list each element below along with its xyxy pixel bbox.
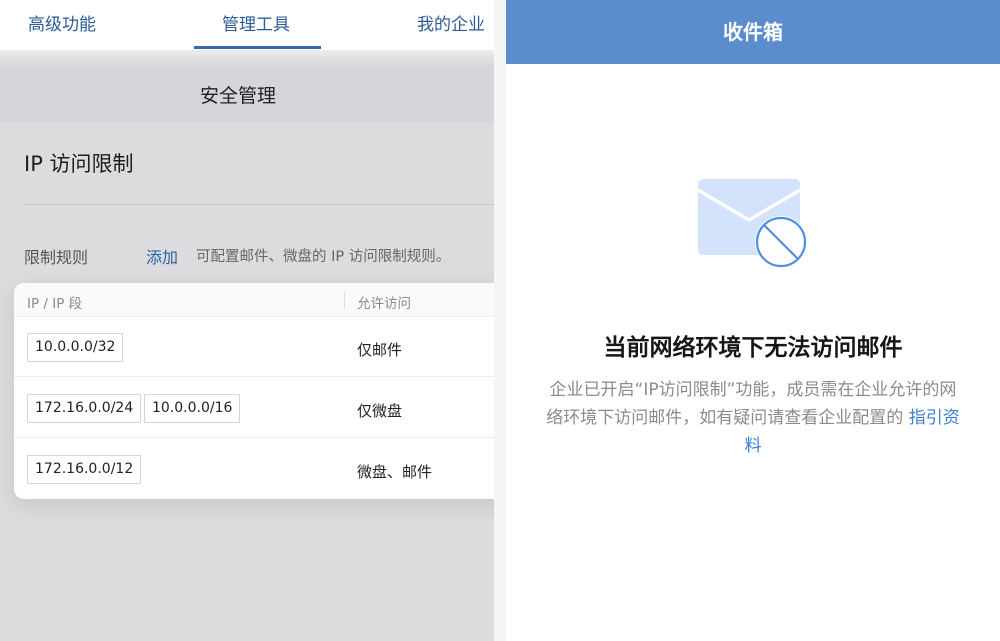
ip-chip: 10.0.0.0/16 (144, 394, 241, 423)
admin-panel: 高级功能 管理工具 我的企业 安全管理 IP 访问限制 限制规则 添加 可配置邮… (0, 0, 494, 641)
ip-rules-table: IP / IP 段 允许访问 10.0.0.0/32 仅邮件 172.16.0.… (14, 283, 494, 499)
ip-chip: 172.16.0.0/24 (27, 394, 142, 423)
mail-blocked-icon (697, 179, 807, 268)
section-header: 安全管理 (0, 66, 494, 122)
ip-restriction-heading: IP 访问限制 (24, 152, 134, 176)
rules-label: 限制规则 (24, 248, 89, 267)
rules-description: 可配置邮件、微盘的 IP 访问限制规则。 (196, 249, 451, 265)
tab-admin-tools[interactable]: 管理工具 (222, 0, 290, 50)
allow-access-value: 仅微盘 (357, 402, 403, 420)
table-row[interactable]: 172.16.0.0/24 10.0.0.0/16 仅微盘 (14, 378, 494, 438)
column-separator (344, 292, 345, 309)
ip-chip: 172.16.0.0/12 (27, 455, 142, 484)
heading-divider (24, 204, 494, 205)
ip-chip: 10.0.0.0/32 (27, 333, 124, 362)
error-message-body: 企业已开启“IP访问限制”功能，成员需在企业允许的网络环境下访问邮件，如有疑问请… (546, 376, 960, 460)
allow-access-value: 微盘、邮件 (357, 463, 433, 481)
active-tab-indicator (194, 46, 321, 49)
section-title: 安全管理 (199, 85, 276, 107)
tab-advanced-features[interactable]: 高级功能 (28, 0, 96, 50)
column-header-allow: 允许访问 (357, 296, 411, 312)
tab-bar: 高级功能 管理工具 我的企业 (0, 0, 494, 50)
column-header-ip: IP / IP 段 (27, 296, 83, 312)
tab-bar-shadow (0, 50, 494, 66)
error-message-title: 当前网络环境下无法访问邮件 (603, 335, 903, 361)
error-message-text: 企业已开启“IP访问限制”功能，成员需在企业允许的网络环境下访问邮件，如有疑问请… (546, 380, 957, 428)
inbox-header: 收件箱 (506, 0, 1000, 64)
table-row[interactable]: 10.0.0.0/32 仅邮件 (14, 317, 494, 377)
mail-client-panel: 收件箱 当前网络环境下无法访问邮件 企业已开启“IP访问限制”功能，成员需在企业… (506, 0, 1000, 641)
inbox-title: 收件箱 (723, 20, 783, 44)
add-rule-link[interactable]: 添加 (146, 244, 178, 268)
table-header: IP / IP 段 允许访问 (14, 283, 494, 317)
allow-access-value: 仅邮件 (357, 341, 403, 359)
tab-my-enterprise[interactable]: 我的企业 (417, 0, 485, 50)
panel-divider (494, 0, 506, 641)
table-row[interactable]: 172.16.0.0/12 微盘、邮件 (14, 439, 494, 499)
